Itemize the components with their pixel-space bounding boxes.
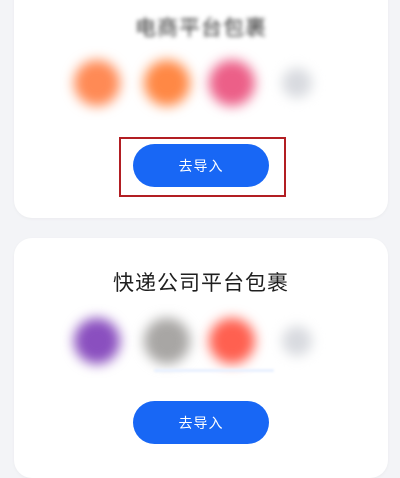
courier-logo-icon	[282, 326, 312, 356]
courier-package-card: 快递公司平台包裹 去导入	[14, 238, 388, 478]
platform-logo-icon	[144, 60, 190, 106]
card-title: 电商平台包裹	[135, 16, 267, 40]
card-title: 快递公司平台包裹	[113, 271, 289, 295]
platform-logo-icon	[282, 68, 312, 98]
divider	[154, 369, 274, 372]
courier-logo-icon	[209, 318, 255, 364]
courier-logo-icon	[74, 318, 120, 364]
ecommerce-package-card: 电商平台包裹 去导入	[14, 0, 388, 218]
courier-logo-icon	[144, 318, 190, 364]
platform-logo-icon	[74, 60, 120, 106]
platform-logos	[14, 60, 388, 120]
import-button[interactable]: 去导入	[133, 144, 269, 187]
import-button[interactable]: 去导入	[133, 401, 269, 444]
platform-logo-icon	[209, 60, 255, 106]
